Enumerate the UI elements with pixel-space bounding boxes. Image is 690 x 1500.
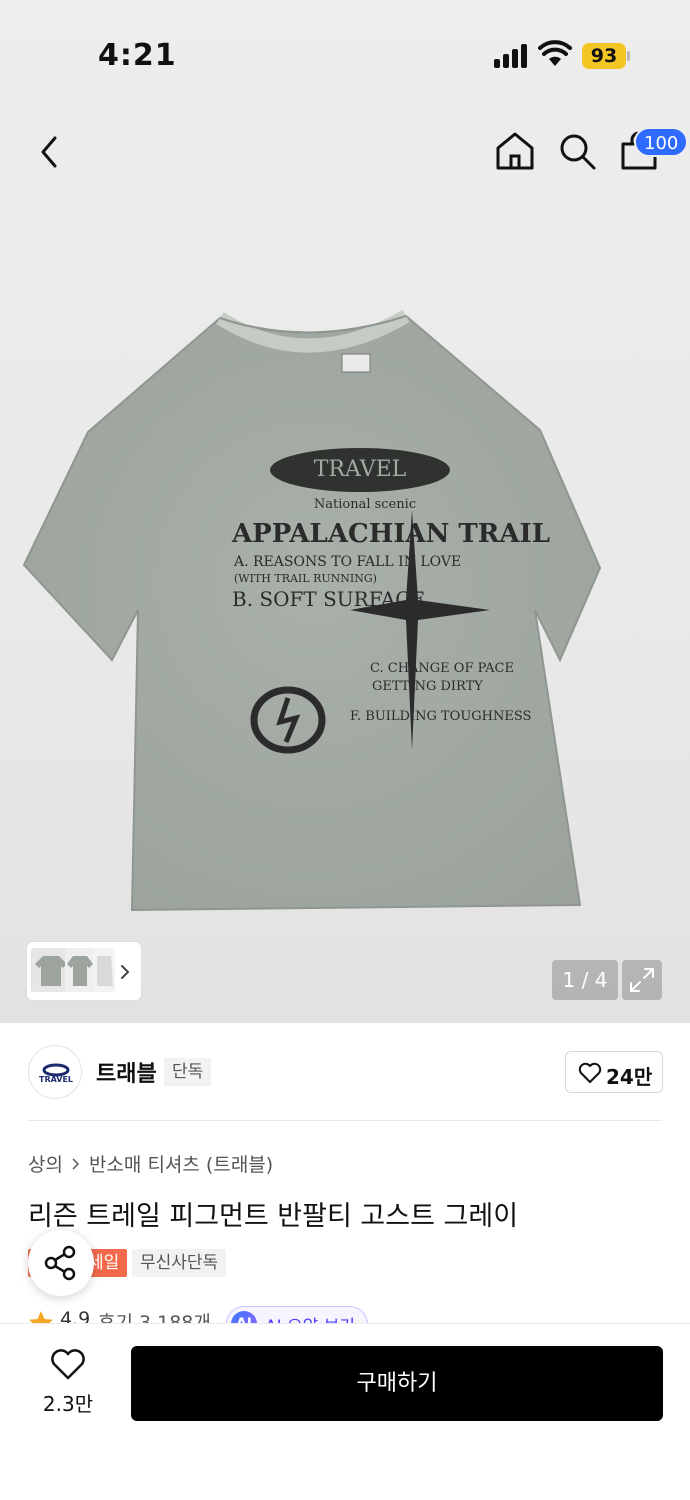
- chevron-right-icon[interactable]: [118, 962, 132, 982]
- buy-button[interactable]: 구매하기: [131, 1346, 663, 1421]
- breadcrumb-category[interactable]: 상의: [28, 1150, 63, 1177]
- brand-logo[interactable]: TRAVEL: [28, 1045, 82, 1099]
- print-line7: GETTING DIRTY: [372, 679, 483, 694]
- status-time: 4:21: [98, 38, 177, 73]
- product-image-gallery[interactable]: 4:21 93 100 TRAVEL National scenic APPAL…: [0, 0, 690, 1023]
- expand-icon: [630, 968, 654, 992]
- breadcrumb-subcategory[interactable]: 반소매 티셔츠 (트래블): [89, 1150, 273, 1177]
- print-brand: TRAVEL: [314, 457, 407, 482]
- thumbnail-3[interactable]: [93, 948, 115, 992]
- divider: [28, 1120, 662, 1121]
- heart-icon: [578, 1062, 602, 1083]
- share-button[interactable]: [28, 1230, 94, 1296]
- wishlist-heart-icon[interactable]: [50, 1349, 86, 1381]
- brand-like-count: 24만: [606, 1065, 653, 1089]
- share-icon: [44, 1245, 76, 1281]
- print-line8: F. BUILDING TOUGHNESS: [350, 709, 531, 724]
- print-line2: APPALACHIAN TRAIL: [231, 519, 550, 549]
- chevron-right-icon: [72, 1157, 80, 1170]
- thumbnail-2[interactable]: [65, 948, 95, 992]
- cart-count-badge: 100: [634, 127, 689, 157]
- home-icon[interactable]: [494, 130, 536, 172]
- product-title: 리즌 트레일 피그먼트 반팔티 고스트 그레이: [28, 1201, 519, 1232]
- brand-name[interactable]: 트래블: [96, 1056, 157, 1088]
- exclusive-tag: 단독: [164, 1058, 212, 1086]
- brand-logo-text: TRAVEL: [39, 1075, 73, 1084]
- expand-button[interactable]: [622, 960, 662, 1000]
- wifi-icon: [538, 40, 572, 66]
- page-indicator: 1 / 4: [552, 960, 618, 1000]
- musinsa-exclusive-badge: 무신사단독: [132, 1249, 227, 1277]
- wishlist-count: 2.3만: [42, 1392, 94, 1416]
- product-image: TRAVEL National scenic APPALACHIAN TRAIL…: [22, 310, 602, 912]
- battery-tip: [627, 51, 630, 61]
- print-line6: C. CHANGE OF PACE: [370, 661, 514, 676]
- breadcrumb: 상의 반소매 티셔츠 (트래블): [28, 1150, 273, 1177]
- battery-indicator: 93: [582, 43, 626, 69]
- brand-like-button[interactable]: 24만: [565, 1051, 663, 1093]
- status-bar: 4:21 93: [0, 0, 690, 110]
- print-line1: National scenic: [314, 497, 416, 512]
- print-line3: A. REASONS TO FALL IN LOVE: [233, 554, 461, 570]
- print-line4: (WITH TRAIL RUNNING): [234, 572, 377, 585]
- signal-icon: [494, 44, 530, 68]
- back-icon[interactable]: [28, 128, 72, 176]
- search-icon[interactable]: [556, 130, 598, 172]
